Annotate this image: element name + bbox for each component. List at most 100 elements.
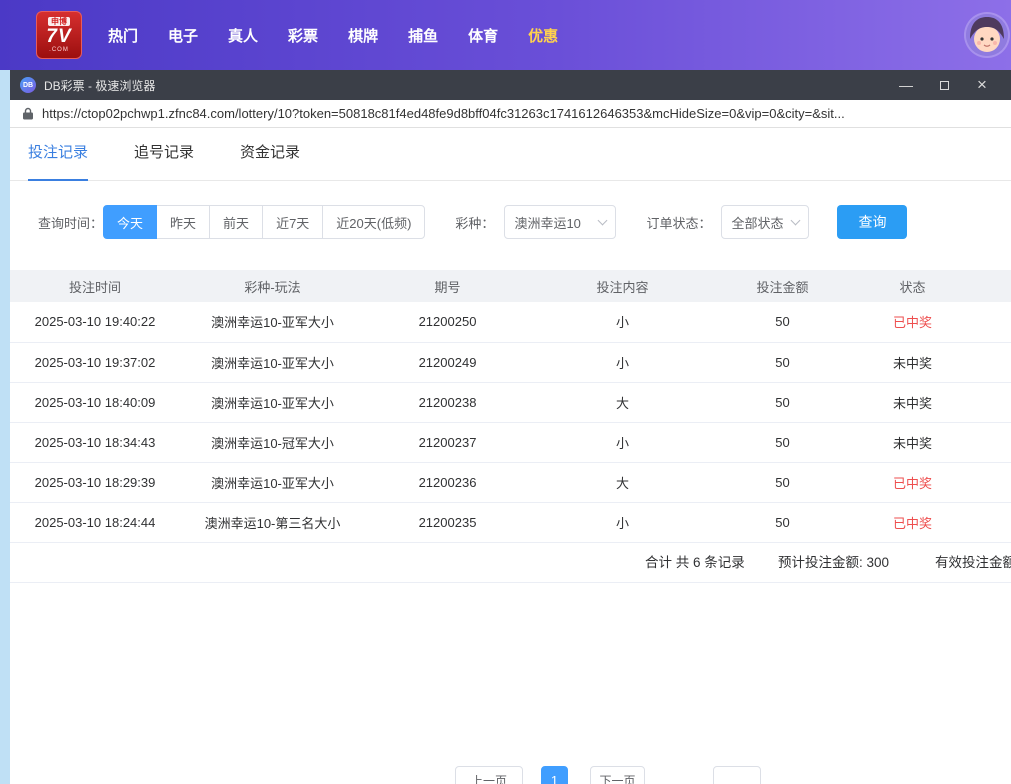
- nav-item-热门[interactable]: 热门: [108, 25, 138, 46]
- game-play: 澳洲幸运10-冠军大小: [180, 422, 365, 462]
- status-select-value: 全部状态: [731, 213, 783, 232]
- pagination: 上一页 1 下一页: [10, 766, 1011, 784]
- column-header: 期号: [365, 270, 530, 302]
- user-avatar[interactable]: [966, 14, 1008, 56]
- bet-amount: 50: [715, 302, 850, 342]
- bet-records-table: 投注时间彩种-玩法期号投注内容投注金额状态 2025-03-10 19:40:2…: [10, 270, 1011, 543]
- time-option-今天[interactable]: 今天: [103, 205, 157, 239]
- tab-追号记录[interactable]: 追号记录: [134, 128, 194, 181]
- column-header: 投注时间: [10, 270, 180, 302]
- bet-status: 已中奖: [850, 502, 975, 542]
- empty-cell: [975, 462, 1011, 502]
- maximize-button[interactable]: [929, 73, 959, 97]
- summary-row: 合计 共 6 条记录 预计投注金额: 300 有效投注金额: [10, 543, 1011, 583]
- lottery-select-value: 澳洲幸运10: [514, 213, 580, 232]
- summary-valid-amount: 有效投注金额: [935, 543, 1011, 583]
- issue-number: 21200236: [365, 462, 530, 502]
- pagination-goto-input[interactable]: [713, 766, 761, 784]
- search-button[interactable]: 查询: [837, 205, 907, 239]
- column-header: 状态: [850, 270, 975, 302]
- issue-number: 21200235: [365, 502, 530, 542]
- lock-icon: [22, 107, 34, 120]
- bet-amount: 50: [715, 462, 850, 502]
- time-option-前天[interactable]: 前天: [209, 205, 263, 239]
- pagination-page-1[interactable]: 1: [541, 766, 568, 784]
- time-filter-label: 查询时间：: [38, 213, 103, 232]
- time-option-昨天[interactable]: 昨天: [156, 205, 210, 239]
- bet-status: 未中奖: [850, 342, 975, 382]
- nav-item-体育[interactable]: 体育: [468, 25, 498, 46]
- bet-time: 2025-03-10 19:40:22: [10, 302, 180, 342]
- time-filter-group: 今天昨天前天近7天近20天(低频): [103, 205, 425, 239]
- issue-number: 21200249: [365, 342, 530, 382]
- maximize-icon: [940, 81, 949, 90]
- table-header-row: 投注时间彩种-玩法期号投注内容投注金额状态: [10, 270, 1011, 302]
- time-option-近7天[interactable]: 近7天: [262, 205, 323, 239]
- logo-main-text: 7V: [46, 26, 71, 47]
- status-filter-label: 订单状态：: [646, 213, 711, 232]
- bet-status: 未中奖: [850, 382, 975, 422]
- window-titlebar: DB DB彩票 - 极速浏览器 — ×: [10, 70, 1011, 100]
- game-play: 澳洲幸运10-亚军大小: [180, 302, 365, 342]
- issue-number: 21200237: [365, 422, 530, 462]
- nav-item-捕鱼[interactable]: 捕鱼: [408, 25, 438, 46]
- game-play: 澳洲幸运10-第三名大小: [180, 502, 365, 542]
- lottery-select[interactable]: 澳洲幸运10: [504, 205, 616, 239]
- column-header: [975, 270, 1011, 302]
- tab-投注记录[interactable]: 投注记录: [28, 128, 88, 181]
- nav-menu: 热门 电子 真人 彩票 棋牌 捕鱼 体育 优惠: [108, 25, 558, 46]
- site-logo[interactable]: 申博 7V .COM: [36, 11, 82, 59]
- nav-item-棋牌[interactable]: 棋牌: [348, 25, 378, 46]
- table-row: 2025-03-10 18:24:44澳洲幸运10-第三名大小21200235小…: [10, 502, 1011, 542]
- bet-status: 已中奖: [850, 462, 975, 502]
- window-controls: — ×: [891, 73, 1001, 97]
- bet-time: 2025-03-10 18:34:43: [10, 422, 180, 462]
- bet-content: 大: [530, 462, 715, 502]
- nav-item-电子[interactable]: 电子: [168, 25, 198, 46]
- bet-amount: 50: [715, 342, 850, 382]
- pagination-next-button[interactable]: 下一页: [590, 766, 645, 784]
- bet-time: 2025-03-10 18:40:09: [10, 382, 180, 422]
- nav-item-彩票[interactable]: 彩票: [288, 25, 318, 46]
- bet-content: 小: [530, 502, 715, 542]
- bet-amount: 50: [715, 502, 850, 542]
- table-row: 2025-03-10 19:40:22澳洲幸运10-亚军大小21200250小5…: [10, 302, 1011, 342]
- bet-table-body: 2025-03-10 19:40:22澳洲幸运10-亚军大小21200250小5…: [10, 302, 1011, 542]
- summary-expected-amount: 预计投注金额: 300: [778, 543, 889, 583]
- bet-content: 大: [530, 382, 715, 422]
- empty-cell: [975, 502, 1011, 542]
- chevron-down-icon: [598, 215, 608, 225]
- bet-status: 未中奖: [850, 422, 975, 462]
- bet-content: 小: [530, 422, 715, 462]
- column-header: 投注内容: [530, 270, 715, 302]
- empty-cell: [975, 422, 1011, 462]
- table-row: 2025-03-10 18:34:43澳洲幸运10-冠军大小21200237小5…: [10, 422, 1011, 462]
- site-top-nav: 申博 7V .COM 热门 电子 真人 彩票 棋牌 捕鱼 体育 优惠: [0, 0, 1011, 70]
- game-play: 澳洲幸运10-亚军大小: [180, 382, 365, 422]
- address-bar[interactable]: https://ctop02pchwp1.zfnc84.com/lottery/…: [10, 100, 1011, 128]
- window-title: DB彩票 - 极速浏览器: [44, 77, 155, 94]
- bet-content: 小: [530, 302, 715, 342]
- table-row: 2025-03-10 18:40:09澳洲幸运10-亚军大小21200238大5…: [10, 382, 1011, 422]
- tab-资金记录[interactable]: 资金记录: [240, 128, 300, 181]
- issue-number: 21200250: [365, 302, 530, 342]
- minimize-button[interactable]: —: [891, 73, 921, 97]
- game-play: 澳洲幸运10-亚军大小: [180, 342, 365, 382]
- nav-item-真人[interactable]: 真人: [228, 25, 258, 46]
- summary-total: 合计 共 6 条记录: [645, 543, 745, 583]
- table-row: 2025-03-10 18:29:39澳洲幸运10-亚军大小21200236大5…: [10, 462, 1011, 502]
- time-option-近20天(低频)[interactable]: 近20天(低频): [322, 205, 425, 239]
- bet-amount: 50: [715, 382, 850, 422]
- nav-item-优惠[interactable]: 优惠: [528, 25, 558, 46]
- url-text: https://ctop02pchwp1.zfnc84.com/lottery/…: [42, 106, 845, 121]
- bet-status: 已中奖: [850, 302, 975, 342]
- tab-bar: 投注记录追号记录资金记录: [10, 128, 1011, 181]
- pagination-prev-button[interactable]: 上一页: [455, 766, 523, 784]
- empty-cell: [975, 302, 1011, 342]
- close-button[interactable]: ×: [967, 73, 997, 97]
- empty-cell: [975, 382, 1011, 422]
- avatar-image: [966, 14, 1008, 56]
- order-status-select[interactable]: 全部状态: [721, 205, 809, 239]
- logo-sub-text: .COM: [49, 47, 69, 54]
- bet-time: 2025-03-10 18:24:44: [10, 502, 180, 542]
